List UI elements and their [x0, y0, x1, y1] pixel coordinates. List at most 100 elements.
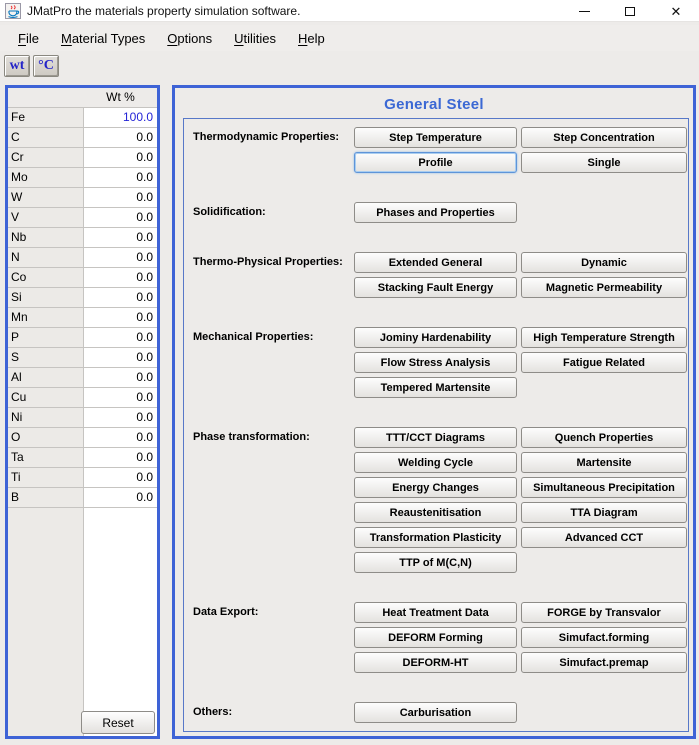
welding-cycle-button[interactable]: Welding Cycle — [354, 452, 517, 473]
advanced-cct-button[interactable]: Advanced CCT — [521, 527, 687, 548]
element-value-cell[interactable]: 0.0 — [84, 127, 157, 147]
menu-item-options[interactable]: Options — [159, 28, 220, 49]
element-row-w: W 0.0 — [8, 187, 157, 207]
element-value-cell[interactable]: 0.0 — [84, 467, 157, 487]
menu-item-help[interactable]: Help — [290, 28, 333, 49]
element-symbol: Co — [8, 267, 84, 287]
element-value-cell[interactable]: 0.0 — [84, 307, 157, 327]
element-symbol: B — [8, 487, 84, 507]
element-symbol: Mn — [8, 307, 84, 327]
element-symbol: C — [8, 127, 84, 147]
element-symbol: Ta — [8, 447, 84, 467]
section-label: Phase transformation: — [193, 431, 310, 443]
element-value-cell[interactable]: 0.0 — [84, 227, 157, 247]
element-value-cell[interactable]: 0.0 — [84, 447, 157, 467]
element-symbol: Fe — [8, 107, 84, 127]
element-row-c: C 0.0 — [8, 127, 157, 147]
element-symbol: O — [8, 427, 84, 447]
menu-item-file[interactable]: File — [10, 28, 47, 49]
java-icon — [5, 2, 21, 19]
section-thermodynamic-properties: Thermodynamic Properties: Step Temperatur… — [192, 127, 688, 173]
tempered-martensite-button[interactable]: Tempered Martensite — [354, 377, 517, 398]
celsius-button[interactable]: °C — [33, 54, 59, 77]
element-row-ta: Ta 0.0 — [8, 447, 157, 467]
tta-diagram-button[interactable]: TTA Diagram — [521, 502, 687, 523]
element-value-cell[interactable]: 0.0 — [84, 187, 157, 207]
section-data-export: Data Export: Heat Treatment Data FORGE by … — [192, 602, 688, 673]
jominy-hardenability-button[interactable]: Jominy Hardenability — [354, 327, 517, 348]
element-value-cell[interactable]: 0.0 — [84, 287, 157, 307]
section-solidification: Solidification: Phases and Properties — [192, 202, 688, 223]
high-temperature-strength-button[interactable]: High Temperature Strength — [521, 327, 687, 348]
element-row-si: Si 0.0 — [8, 287, 157, 307]
element-value-cell[interactable]: 0.0 — [84, 207, 157, 227]
reset-button[interactable]: Reset — [81, 711, 155, 734]
element-row-co: Co 0.0 — [8, 267, 157, 287]
element-value-cell[interactable]: 0.0 — [84, 247, 157, 267]
minimize-button[interactable] — [561, 0, 607, 22]
element-row-n: N 0.0 — [8, 247, 157, 267]
element-symbol: S — [8, 347, 84, 367]
element-value-cell[interactable]: 0.0 — [84, 267, 157, 287]
module-panel: General Steel Thermodynamic Properties: S… — [172, 85, 696, 739]
dynamic-button[interactable]: Dynamic — [521, 252, 687, 273]
phases-and-properties-button[interactable]: Phases and Properties — [354, 202, 517, 223]
deform-ht-button[interactable]: DEFORM-HT — [354, 652, 517, 673]
ttt-cct-diagrams-button[interactable]: TTT/CCT Diagrams — [354, 427, 517, 448]
maximize-button[interactable] — [607, 0, 653, 22]
extended-general-button[interactable]: Extended General — [354, 252, 517, 273]
menu-bar: File Material Types Options Utilities Help — [0, 25, 699, 51]
reaustenitisation-button[interactable]: Reaustenitisation — [354, 502, 517, 523]
simufact-forming-button[interactable]: Simufact.forming — [521, 627, 687, 648]
simultaneous-precipitation-button[interactable]: Simultaneous Precipitation — [521, 477, 687, 498]
menu-item-material-types[interactable]: Material Types — [53, 28, 153, 49]
simufact-premap-button[interactable]: Simufact.premap — [521, 652, 687, 673]
element-row-ni: Ni 0.0 — [8, 407, 157, 427]
step-temperature-button[interactable]: Step Temperature — [354, 127, 517, 148]
magnetic-permeability-button[interactable]: Magnetic Permeability — [521, 277, 687, 298]
element-symbol: W — [8, 187, 84, 207]
element-symbol: Al — [8, 367, 84, 387]
element-row-s: S 0.0 — [8, 347, 157, 367]
quench-properties-button[interactable]: Quench Properties — [521, 427, 687, 448]
flow-stress-analysis-button[interactable]: Flow Stress Analysis — [354, 352, 517, 373]
element-value-cell[interactable]: 0.0 — [84, 427, 157, 447]
stacking-fault-energy-button[interactable]: Stacking Fault Energy — [354, 277, 517, 298]
section-thermo-physical-properties: Thermo-Physical Properties: Extended Gene… — [192, 252, 688, 298]
toolbar: wt °C — [0, 51, 699, 80]
element-symbol: Mo — [8, 167, 84, 187]
transformation-plasticity-button[interactable]: Transformation Plasticity — [354, 527, 517, 548]
minimize-icon — [578, 10, 590, 12]
close-button[interactable]: ✕ — [653, 0, 699, 22]
weight-percent-button[interactable]: wt — [4, 54, 30, 77]
element-value-cell[interactable]: 100.0 — [84, 107, 157, 127]
element-symbol: P — [8, 327, 84, 347]
forge-by-transvalor-button[interactable]: FORGE by Transvalor — [521, 602, 687, 623]
element-row-mn: Mn 0.0 — [8, 307, 157, 327]
element-value-cell[interactable]: 0.0 — [84, 347, 157, 367]
element-value-cell[interactable]: 0.0 — [84, 367, 157, 387]
menu-item-utilities[interactable]: Utilities — [226, 28, 284, 49]
element-row-ti: Ti 0.0 — [8, 467, 157, 487]
element-row-fe: Fe 100.0 — [8, 107, 157, 127]
profile-button[interactable]: Profile — [354, 152, 517, 173]
fatigue-related-button[interactable]: Fatigue Related — [521, 352, 687, 373]
element-row-mo: Mo 0.0 — [8, 167, 157, 187]
carburisation-button[interactable]: Carburisation — [354, 702, 517, 723]
deform-forming-button[interactable]: DEFORM Forming — [354, 627, 517, 648]
element-value-cell[interactable]: 0.0 — [84, 407, 157, 427]
element-value-cell[interactable]: 0.0 — [84, 387, 157, 407]
martensite-button[interactable]: Martensite — [521, 452, 687, 473]
section-mechanical-properties: Mechanical Properties: Jominy Hardenabili… — [192, 327, 688, 398]
element-value-cell[interactable]: 0.0 — [84, 487, 157, 507]
energy-changes-button[interactable]: Energy Changes — [354, 477, 517, 498]
step-concentration-button[interactable]: Step Concentration — [521, 127, 687, 148]
element-value-cell[interactable]: 0.0 — [84, 327, 157, 347]
single-button[interactable]: Single — [521, 152, 687, 173]
element-value-cell[interactable]: 0.0 — [84, 167, 157, 187]
maximize-icon — [625, 6, 635, 16]
ttp-of-m-c-n-button[interactable]: TTP of M(C,N) — [354, 552, 517, 573]
element-row-cu: Cu 0.0 — [8, 387, 157, 407]
heat-treatment-data-button[interactable]: Heat Treatment Data — [354, 602, 517, 623]
element-value-cell[interactable]: 0.0 — [84, 147, 157, 167]
